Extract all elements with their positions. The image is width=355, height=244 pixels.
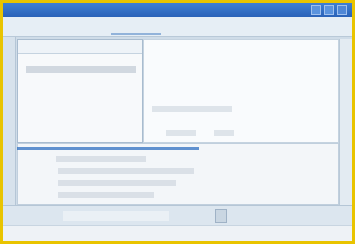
lower-list-panel bbox=[17, 143, 339, 205]
section-divider bbox=[17, 147, 199, 150]
content-line-1 bbox=[152, 106, 232, 112]
vertical-scrollbar[interactable] bbox=[339, 39, 352, 205]
toolbar bbox=[3, 17, 352, 37]
maximize-icon[interactable] bbox=[324, 5, 334, 15]
close-icon[interactable] bbox=[337, 5, 347, 15]
bottom-toolbar bbox=[3, 205, 352, 225]
left-sidebar-strip bbox=[3, 37, 16, 205]
path-input[interactable] bbox=[63, 211, 169, 221]
content-pane bbox=[143, 39, 339, 143]
application-window bbox=[3, 3, 352, 241]
list-line-4 bbox=[58, 192, 154, 198]
minimize-icon[interactable] bbox=[311, 5, 321, 15]
content-line-3 bbox=[214, 130, 234, 136]
go-icon[interactable] bbox=[215, 209, 227, 223]
status-bar bbox=[3, 225, 352, 241]
list-line-2 bbox=[58, 168, 194, 174]
list-line-1 bbox=[56, 156, 146, 162]
left-panel-header bbox=[18, 40, 142, 54]
list-line-3 bbox=[58, 180, 176, 186]
left-panel bbox=[17, 39, 143, 143]
content-line-2 bbox=[166, 130, 196, 136]
selected-list-item[interactable] bbox=[26, 66, 136, 73]
title-bar[interactable] bbox=[3, 3, 352, 17]
active-tab-indicator bbox=[111, 33, 161, 35]
